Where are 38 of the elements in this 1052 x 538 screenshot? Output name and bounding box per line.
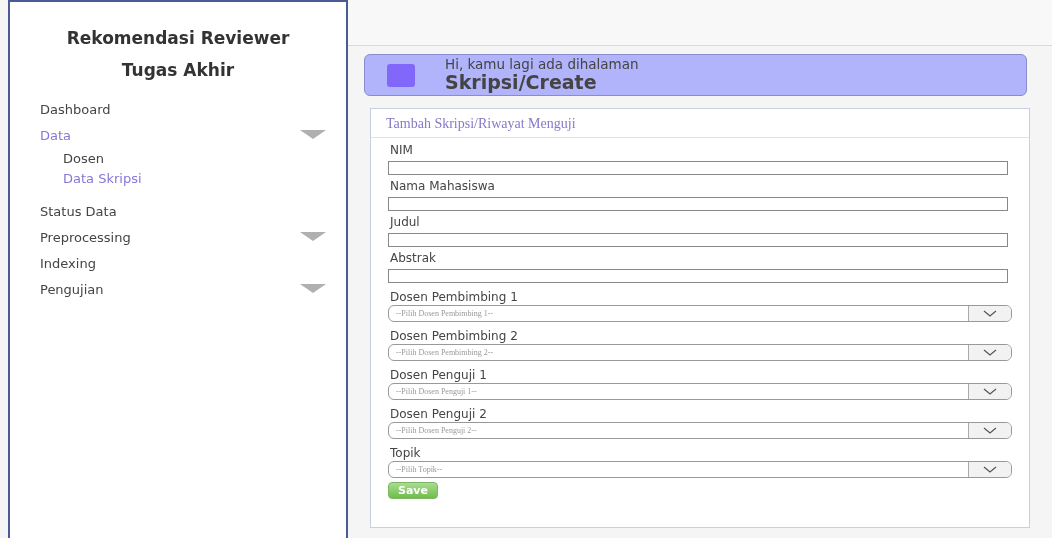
field-label: Nama Mahasiswa (389, 179, 496, 194)
field-label: Dosen Penguji 2 (389, 407, 488, 422)
chevron-down-icon (983, 310, 997, 317)
field-label: Judul (388, 215, 421, 230)
chevron-down-icon (983, 349, 997, 356)
chevron-down-icon (983, 388, 997, 395)
form-title: Tambah Skripsi/Riwayat Menguji (371, 109, 1029, 138)
dropdown-triangle-icon (300, 284, 326, 294)
sidebar-subitem[interactable]: Dosen (10, 148, 346, 168)
sidebar-item[interactable]: Preprocessing (10, 224, 346, 250)
sidebar-subitem[interactable]: Data Skripsi (10, 168, 346, 188)
sidebar-title: Rekomendasi Reviewer Tugas Akhir (65, 27, 291, 82)
field-label: NIM (389, 143, 414, 158)
sidebar-item[interactable]: Status Data (10, 198, 346, 224)
field-label: Dosen Pembimbing 2 (389, 329, 519, 344)
input-field[interactable] (388, 197, 1008, 211)
field-label: Dosen Pembimbing 1 (389, 290, 519, 305)
chevron-down-icon (983, 466, 997, 473)
input-field[interactable] (388, 161, 1008, 175)
dropdown-triangle-icon (300, 130, 326, 140)
sidebar-item[interactable]: Data (10, 122, 346, 148)
sidebar-item[interactable]: Dashboard (10, 96, 346, 122)
select-field[interactable]: --Pilih Dosen Penguji 2-- (388, 422, 1012, 439)
select-field[interactable]: --Pilih Dosen Pembimbing 1-- (388, 305, 1012, 322)
greeting-text: Hi, kamu lagi ada dihalaman (445, 57, 639, 71)
select-field[interactable]: --Pilih Topik-- (388, 461, 1012, 478)
select-field[interactable]: --Pilih Dosen Penguji 1-- (388, 383, 1012, 400)
sidebar-item[interactable]: Indexing (10, 250, 346, 276)
sidebar-item[interactable]: Pengujian (10, 276, 346, 302)
chevron-down-icon (983, 427, 997, 434)
field-label: Dosen Penguji 1 (389, 368, 488, 383)
select-field[interactable]: --Pilih Dosen Pembimbing 2-- (388, 344, 1012, 361)
field-label: Abstrak (389, 251, 438, 266)
square-icon (387, 63, 415, 87)
input-field[interactable] (388, 269, 1008, 283)
dropdown-triangle-icon (300, 232, 326, 242)
input-field[interactable] (388, 233, 1008, 247)
field-label: Topik (389, 446, 422, 461)
